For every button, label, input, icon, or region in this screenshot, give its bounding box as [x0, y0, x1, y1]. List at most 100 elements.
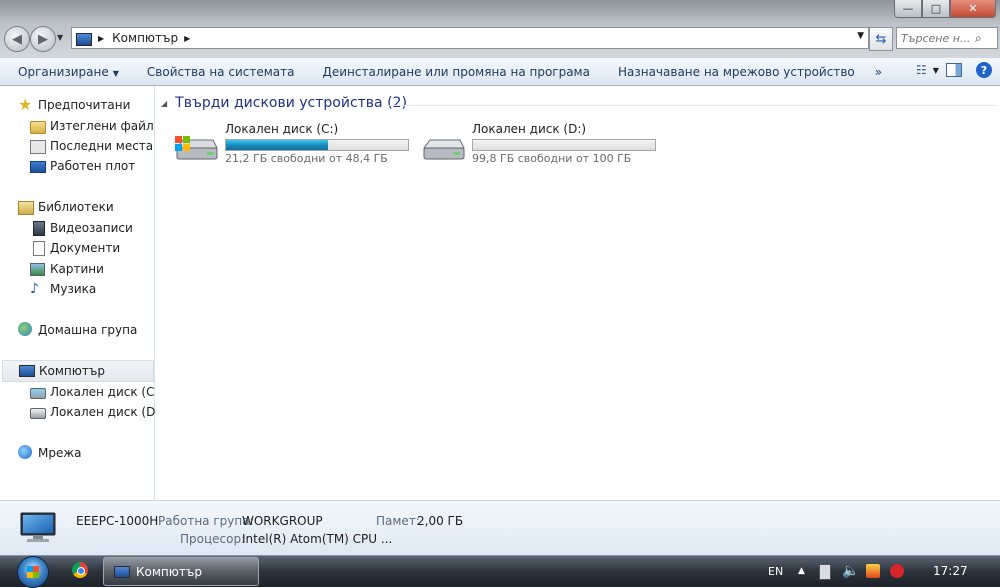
navigation-pane: ★ Предпочитани Изтеглени файлове Последн…	[0, 86, 155, 500]
drive-item-c[interactable]: Локален диск (C:) 21,2 ГБ свободни от 48…	[173, 122, 413, 166]
downloads-folder-icon	[30, 121, 46, 134]
nav-network[interactable]: Мрежа	[18, 443, 82, 463]
nav-homegroup-label: Домашна група	[38, 323, 137, 337]
nav-item-pictures[interactable]: Картини	[30, 259, 104, 279]
computer-name: EEEPC-1000H	[76, 514, 158, 528]
processor-value: Intel(R) Atom(TM) CPU ...	[242, 532, 392, 546]
power-icon[interactable]	[819, 564, 831, 580]
processor-label: Процесор:	[180, 532, 245, 546]
memory-label: Памет:	[376, 514, 420, 528]
drive-usage-fill	[226, 140, 328, 150]
refresh-icon: ⇆	[876, 32, 887, 47]
action-center-icon[interactable]	[866, 564, 880, 578]
videos-icon	[33, 221, 45, 236]
minimize-button[interactable]: —	[894, 0, 922, 18]
nav-item-label: Картини	[50, 262, 104, 276]
nav-item-documents[interactable]: Документи	[30, 238, 120, 258]
nav-favorites[interactable]: ★ Предпочитани	[18, 95, 130, 115]
language-indicator[interactable]: EN	[768, 556, 783, 586]
maximize-button[interactable]: □	[922, 0, 950, 18]
uninstall-program-button[interactable]: Деинсталиране или промяна на програма	[322, 65, 590, 79]
window-controls: — □ ✕	[894, 0, 996, 20]
search-box[interactable]: ⌕	[896, 27, 998, 49]
drive-name: Локален диск (C:)	[225, 122, 338, 136]
system-properties-button[interactable]: Свойства на системата	[147, 65, 295, 79]
workgroup-value: WORKGROUP	[242, 514, 323, 528]
preview-pane-button[interactable]	[946, 63, 962, 77]
drive-item-d[interactable]: Локален диск (D:) 99,8 ГБ свободни от 10…	[420, 122, 660, 166]
nav-computer-label: Компютър	[39, 364, 105, 378]
volume-icon[interactable]: 🔈	[842, 556, 859, 586]
nav-libraries[interactable]: Библиотеки	[18, 197, 114, 217]
title-bar: — □ ✕ ◀ ▶ ▼ ▶ Компютър ▶ ▼ ⇆ ⌕	[0, 0, 1000, 58]
more-commands-button[interactable]: »	[875, 65, 882, 79]
nav-item-downloads[interactable]: Изтеглени файлове	[30, 116, 154, 136]
start-button[interactable]	[17, 556, 49, 588]
group-title: Твърди дискови устройства (2)	[175, 95, 407, 111]
back-button[interactable]: ◀	[4, 26, 30, 52]
breadcrumb-expand-icon[interactable]: ▶	[184, 34, 190, 43]
breadcrumb-separator-icon[interactable]: ▶	[98, 34, 104, 43]
search-input[interactable]	[897, 32, 975, 45]
close-button[interactable]: ✕	[950, 0, 996, 18]
computer-monitor-icon	[18, 511, 58, 543]
network-icon	[18, 445, 32, 459]
search-icon[interactable]: ⌕	[975, 31, 982, 46]
nav-item-recent-places[interactable]: Последни места	[30, 136, 153, 156]
drive-icon	[30, 408, 46, 419]
show-hidden-icons-icon[interactable]: ▲	[798, 556, 805, 586]
help-icon: ?	[981, 64, 987, 77]
nav-item-drive-d[interactable]: Локален диск (D:)	[30, 402, 164, 422]
nav-item-desktop[interactable]: Работен плот	[30, 156, 135, 176]
system-drive-icon	[30, 388, 46, 399]
clock[interactable]: 17:27	[933, 564, 968, 578]
breadcrumb-computer[interactable]: Компютър	[112, 31, 178, 45]
system-drive-icon	[173, 130, 219, 162]
help-button[interactable]: ?	[976, 62, 992, 78]
nav-homegroup[interactable]: Домашна група	[18, 320, 137, 340]
homegroup-icon	[18, 322, 32, 336]
map-network-drive-button[interactable]: Назначаване на мрежово устройство	[618, 65, 855, 79]
nav-computer[interactable]: Компютър	[2, 360, 154, 382]
taskbar-button-computer[interactable]: Компютър	[103, 557, 259, 586]
drive-free-space: 21,2 ГБ свободни от 48,4 ГБ	[225, 152, 388, 165]
change-view-button[interactable]: ☷ ▼	[916, 63, 932, 77]
forward-arrow-icon: ▶	[38, 32, 48, 47]
music-icon: ♪	[30, 281, 46, 297]
chevron-down-icon: ▼	[933, 66, 939, 75]
pictures-icon	[30, 263, 45, 276]
computer-icon	[76, 33, 92, 46]
nav-item-music[interactable]: ♪ Музика	[30, 279, 96, 299]
drive-name: Локален диск (D:)	[472, 122, 586, 136]
forward-button[interactable]: ▶	[30, 26, 56, 52]
documents-icon	[33, 241, 45, 256]
nav-item-label: Музика	[50, 282, 96, 296]
recent-pages-dropdown-icon[interactable]: ▼	[57, 33, 63, 42]
memory-value: 2,00 ГБ	[417, 514, 463, 528]
command-bar: Организиране▼ Свойства на системата Деин…	[0, 58, 1000, 86]
nav-item-label: Работен плот	[50, 159, 135, 173]
organize-menu[interactable]: Организиране▼	[18, 65, 119, 79]
antivirus-icon[interactable]	[890, 564, 904, 578]
drive-icon	[420, 130, 466, 162]
nav-item-drive-c[interactable]: Локален диск (C:)	[30, 382, 163, 402]
address-dropdown-icon[interactable]: ▼	[857, 31, 864, 41]
refresh-button[interactable]: ⇆	[869, 27, 893, 51]
collapse-triangle-icon[interactable]: ◢	[161, 99, 167, 108]
chrome-icon[interactable]	[72, 562, 88, 578]
recent-places-icon	[30, 140, 46, 154]
desktop-icon	[30, 161, 46, 173]
libraries-icon	[18, 201, 34, 215]
taskbar: Компютър EN ▲ 🔈 17:27	[0, 555, 1000, 587]
workgroup-label: Работна група:	[158, 514, 254, 528]
address-bar[interactable]: ▶ Компютър ▶ ▼	[71, 27, 869, 49]
nav-network-label: Мрежа	[38, 446, 82, 460]
nav-libraries-label: Библиотеки	[38, 200, 114, 214]
nav-item-videos[interactable]: Видеозаписи	[30, 218, 133, 238]
content-pane: ◢ Твърди дискови устройства (2) Локален …	[155, 86, 1000, 500]
command-bar-right: ☷ ▼ ?	[916, 62, 992, 78]
nav-item-label: Последни места	[50, 139, 153, 153]
drive-usage-bar	[225, 139, 409, 151]
group-header-hard-drives[interactable]: ◢ Твърди дискови устройства (2)	[161, 95, 407, 111]
views-icon: ☷	[916, 63, 927, 77]
